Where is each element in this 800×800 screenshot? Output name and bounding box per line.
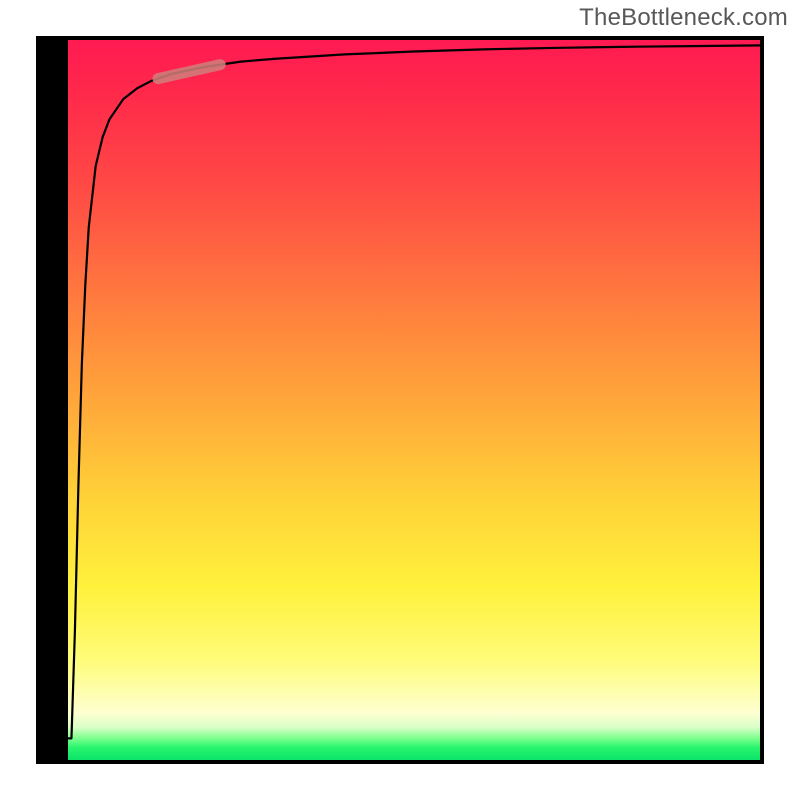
watermark-text: TheBottleneck.com (579, 4, 788, 32)
bottleneck-curve (68, 45, 760, 738)
chart-stage: TheBottleneck.com (0, 0, 800, 800)
plot-area (68, 40, 760, 760)
curve-layer (68, 40, 760, 760)
curve-highlight-marker (158, 65, 220, 79)
